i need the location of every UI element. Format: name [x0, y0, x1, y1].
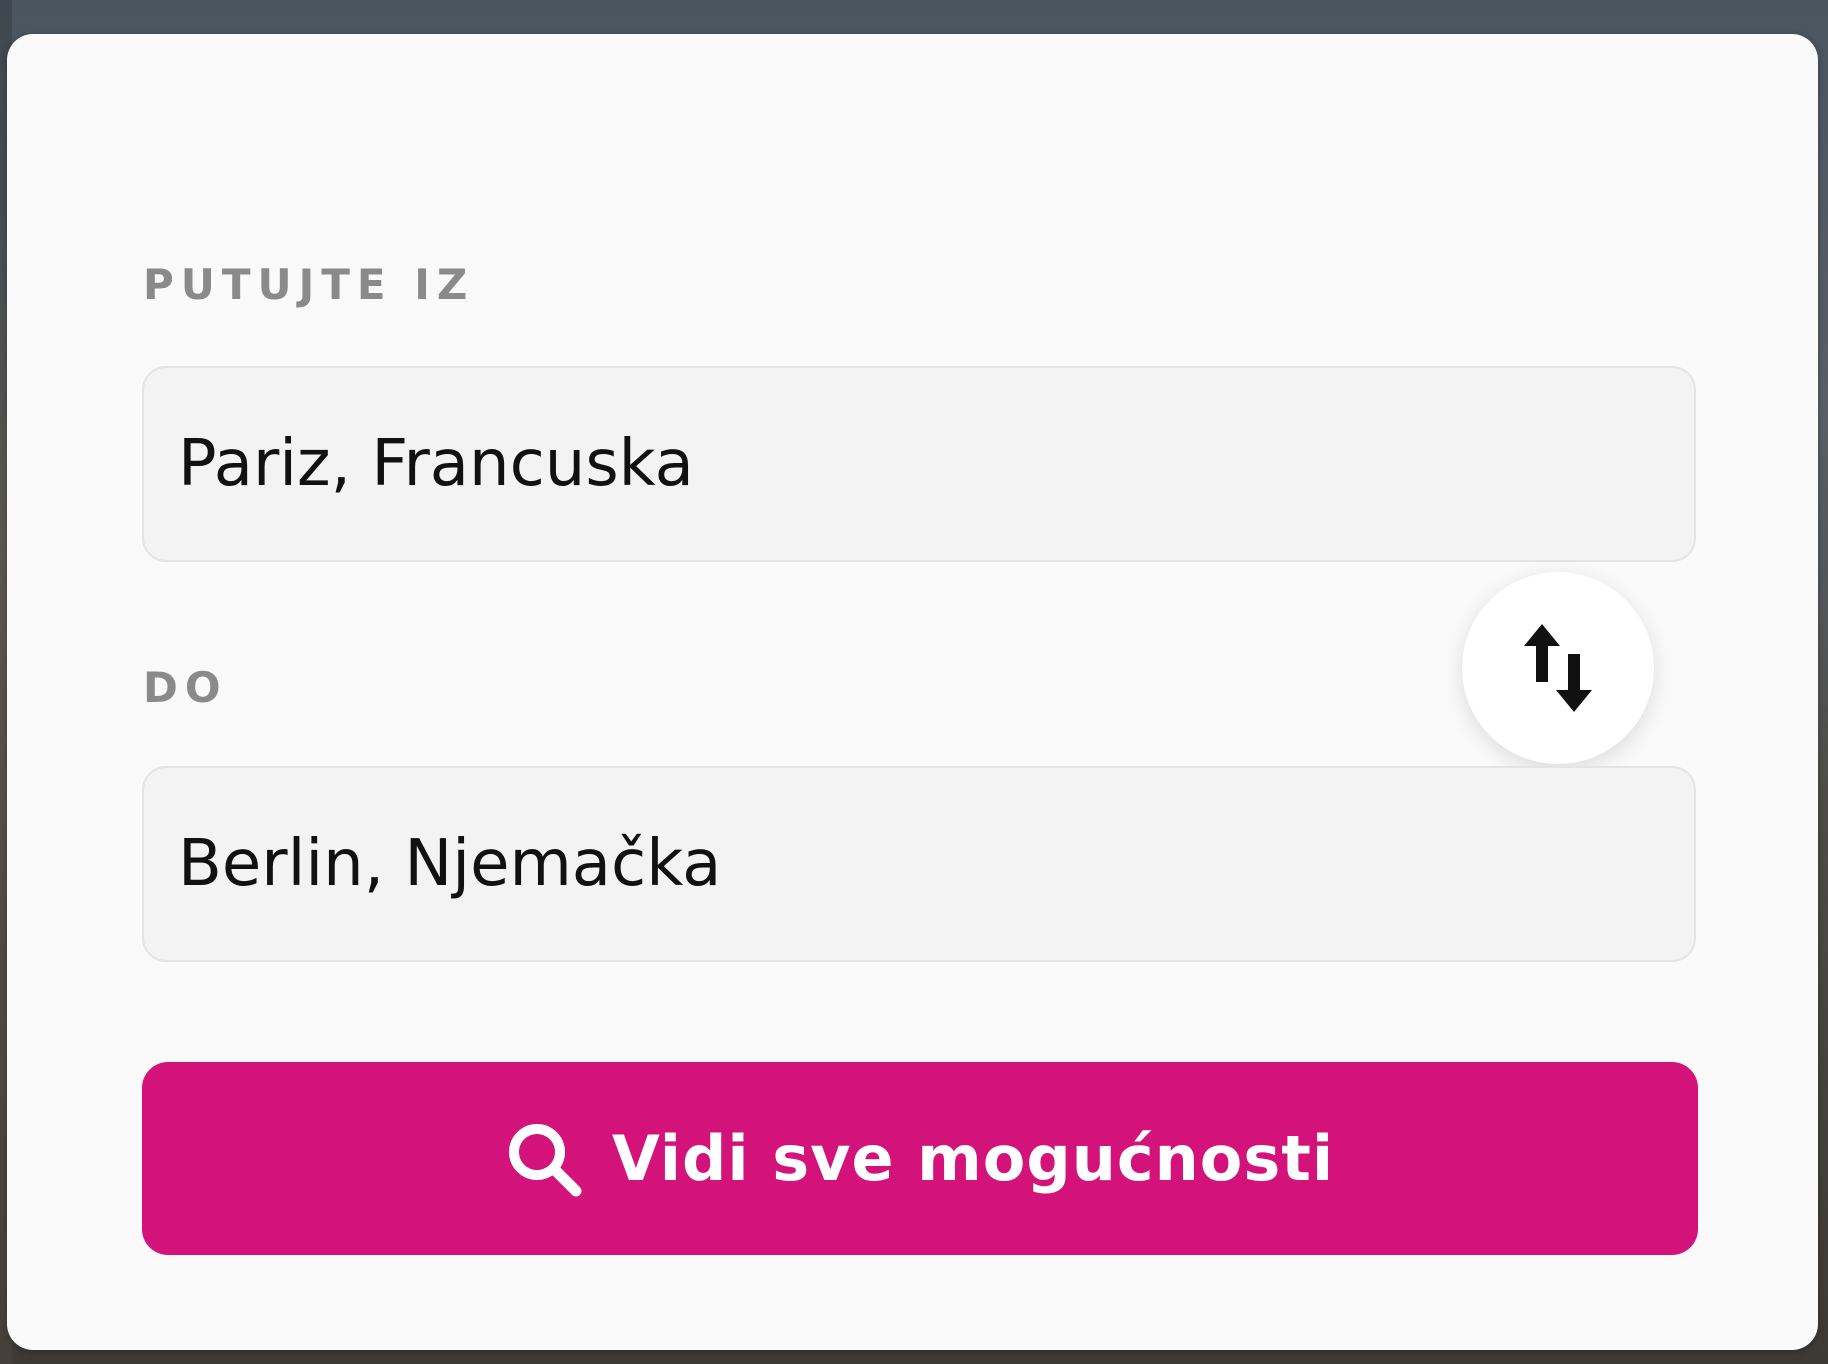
swap-vertical-arrows-icon [1524, 624, 1592, 712]
from-input[interactable] [178, 368, 1578, 560]
from-label: PUTUJTE IZ [143, 260, 475, 309]
search-icon [508, 1123, 582, 1196]
travel-search-card: PUTUJTE IZ DO Vidi sve mogućnosti [7, 34, 1818, 1350]
search-button-label: Vidi sve mogućnosti [611, 1122, 1335, 1195]
search-button[interactable]: Vidi sve mogućnosti [142, 1062, 1698, 1255]
from-field-container[interactable] [142, 366, 1696, 562]
swap-button[interactable] [1462, 572, 1654, 764]
to-field-container[interactable] [142, 766, 1696, 962]
to-label: DO [143, 663, 228, 712]
to-input[interactable] [178, 768, 1578, 960]
